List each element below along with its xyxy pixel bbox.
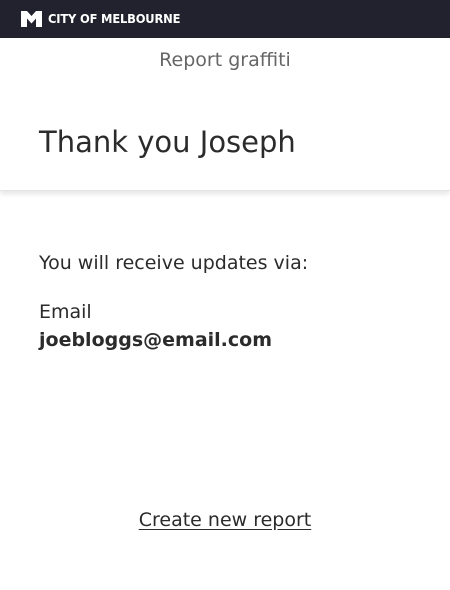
header-card: Report graffiti Thank you Joseph (0, 38, 450, 191)
create-new-report-link[interactable]: Create new report (0, 507, 450, 533)
update-channel-email: joebloggs@email.com (39, 329, 272, 351)
city-of-melbourne-logo-icon (21, 11, 42, 27)
top-bar: CITY OF MELBOURNE (0, 0, 450, 38)
updates-label: You will receive updates via: (39, 252, 309, 274)
update-channel-label: Email (39, 301, 92, 323)
page-title: Thank you Joseph (39, 125, 296, 159)
logo-text: CITY OF MELBOURNE (48, 11, 181, 26)
site-logo[interactable]: CITY OF MELBOURNE (21, 11, 192, 27)
page-subtitle: Report graffiti (159, 49, 291, 71)
